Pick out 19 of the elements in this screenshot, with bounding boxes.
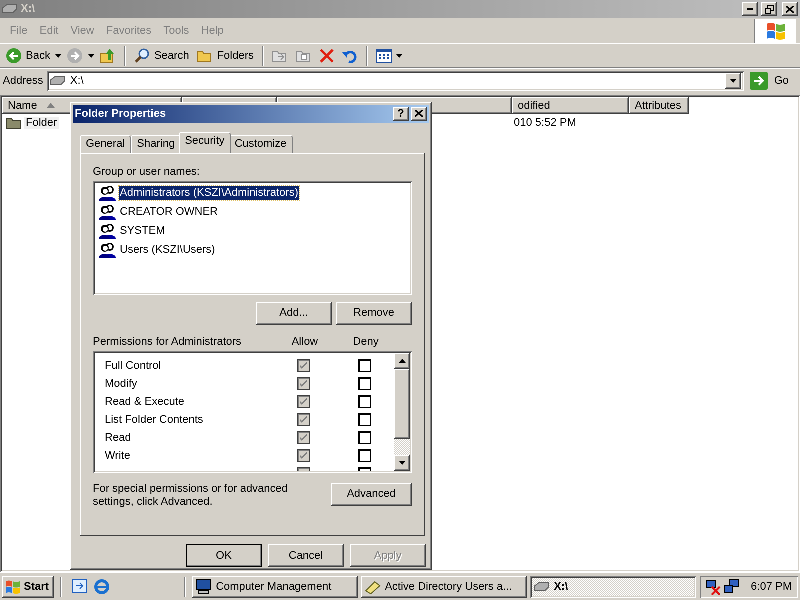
date-cell-text: 010 5:52 PM <box>513 117 578 129</box>
header-label: odified <box>518 100 550 112</box>
permission-name: Read <box>104 432 132 444</box>
allow-header: Allow <box>290 336 320 348</box>
deny-header: Deny <box>352 336 380 348</box>
permission-name: Modify <box>104 378 138 390</box>
permission-name: Full Control <box>104 360 162 372</box>
header-label: Name <box>8 100 38 112</box>
permission-name: Write <box>104 450 132 462</box>
permission-name: List Folder Contents <box>104 414 204 426</box>
permissions-label: Permissions for Administrators <box>93 336 243 348</box>
group-label: Group or user names: <box>93 166 201 178</box>
advanced-note: For special permissions or for advanced settings, click Advanced. <box>93 482 290 509</box>
header-label: Attributes <box>635 100 682 112</box>
window-title: X:\ <box>21 3 36 15</box>
permission-name: Read & Execute <box>104 396 186 408</box>
dialog-title: Folder Properties <box>75 108 168 120</box>
address-label: Address <box>3 74 44 86</box>
clock: 6:07 PM <box>751 580 792 592</box>
